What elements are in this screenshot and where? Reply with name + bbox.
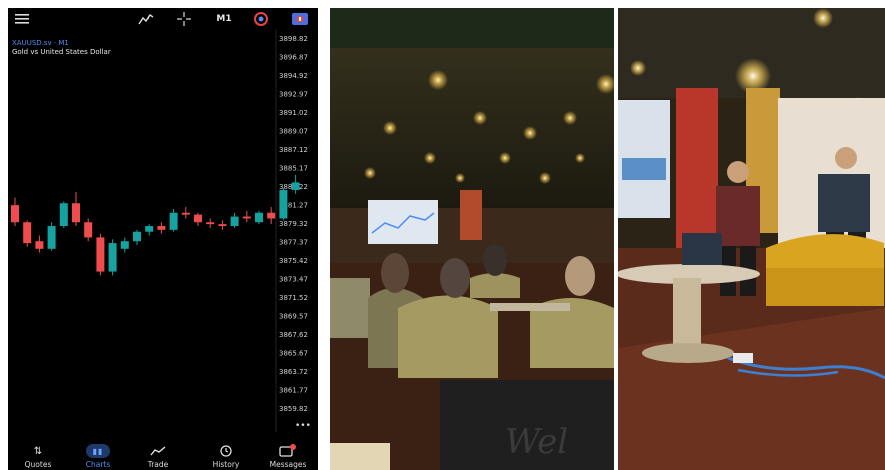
candle-body	[242, 216, 251, 219]
candlestick-chart[interactable]: 3898.82 3896.87 3894.92 3892.97 3891.02 3889.…	[8, 30, 318, 432]
price-tick-label: 3892.97	[279, 91, 308, 99]
price-tick-label: 3891.02	[279, 109, 308, 117]
quotes-icon: ⇅	[33, 445, 43, 457]
candle-body	[194, 214, 202, 223]
candle-body	[84, 222, 93, 238]
candle-body	[267, 212, 276, 219]
price-tick-label: 3871.52	[279, 294, 308, 302]
candle-body	[11, 205, 19, 223]
objects-icon[interactable]	[252, 11, 270, 27]
price-tick-label: 3859.82	[279, 405, 308, 413]
candle-body	[291, 182, 300, 190]
candle-body	[279, 189, 288, 219]
nav-history[interactable]: History	[200, 444, 252, 470]
svg-text:f: f	[148, 15, 150, 21]
trading-app-screen: f M1 XAUUSD.sv · M1 Gold vs United State…	[8, 8, 318, 470]
price-tick-label: 3875.42	[279, 257, 308, 265]
candle-body	[35, 241, 44, 249]
price-tick-label: 3877.37	[279, 239, 308, 247]
flag-icon[interactable]	[290, 11, 310, 27]
nav-charts-label: Charts	[85, 460, 111, 469]
candle-body	[133, 231, 141, 242]
candle-body	[59, 203, 68, 227]
charts-icon: ▮▮	[86, 444, 110, 458]
bottom-navigation: ⇅ Quotes ▮▮ Charts Trade History Message…	[8, 444, 318, 470]
toolbar: f M1	[8, 8, 318, 30]
nav-quotes[interactable]: ⇅ Quotes	[12, 444, 64, 470]
more-options-icon[interactable]: •••	[295, 421, 311, 431]
nav-charts[interactable]: ▮▮ Charts	[72, 444, 124, 470]
presenters-photo	[618, 8, 885, 470]
nav-messages-label: Messages	[269, 460, 307, 469]
price-tick-label: 3887.12	[279, 146, 308, 154]
price-tick-label: 3867.62	[279, 331, 308, 339]
price-tick-label: 3889.07	[279, 128, 308, 136]
history-icon	[214, 444, 238, 458]
price-tick-label: 3869.57	[279, 313, 308, 321]
price-tick-label: 3894.92	[279, 72, 308, 80]
price-tick-label: 3863.72	[279, 368, 308, 376]
price-tick-label: 3861.77	[279, 387, 308, 395]
candle-body	[145, 226, 154, 232]
candle-body	[72, 203, 80, 223]
candle-body	[206, 222, 215, 225]
nav-messages[interactable]: Messages	[262, 444, 314, 470]
candle-body	[218, 224, 227, 227]
candle-body	[47, 226, 56, 249]
cafe-audience-photo: Wel	[330, 8, 614, 470]
price-tick-label: 3873.47	[279, 276, 308, 284]
nav-history-label: History	[212, 460, 240, 469]
price-tick-label: 3885.17	[279, 165, 308, 173]
nav-trade[interactable]: Trade	[132, 444, 184, 470]
nav-quotes-label: Quotes	[24, 460, 52, 469]
candle-body	[157, 226, 166, 230]
candle-body	[96, 237, 105, 272]
price-tick-label: 3898.82	[279, 35, 308, 43]
candle-body	[230, 216, 239, 227]
indicator-icon[interactable]: f	[138, 11, 154, 27]
candle-body	[169, 212, 178, 230]
price-tick-label: 3879.32	[279, 220, 308, 228]
svg-text:Wel: Wel	[505, 422, 568, 462]
candle-body	[23, 222, 32, 244]
candle-body	[108, 243, 117, 272]
crosshair-icon[interactable]	[176, 11, 192, 27]
price-tick-label: 3865.67	[279, 350, 308, 358]
timeframe-button[interactable]: M1	[214, 11, 234, 27]
nav-trade-label: Trade	[147, 460, 169, 469]
candle-body	[120, 241, 129, 249]
price-tick-label: 3896.87	[279, 54, 308, 62]
menu-icon[interactable]	[14, 11, 30, 27]
messages-icon	[276, 444, 300, 458]
trade-icon	[146, 444, 170, 458]
candle-body	[255, 212, 263, 223]
candle-body	[181, 212, 190, 215]
